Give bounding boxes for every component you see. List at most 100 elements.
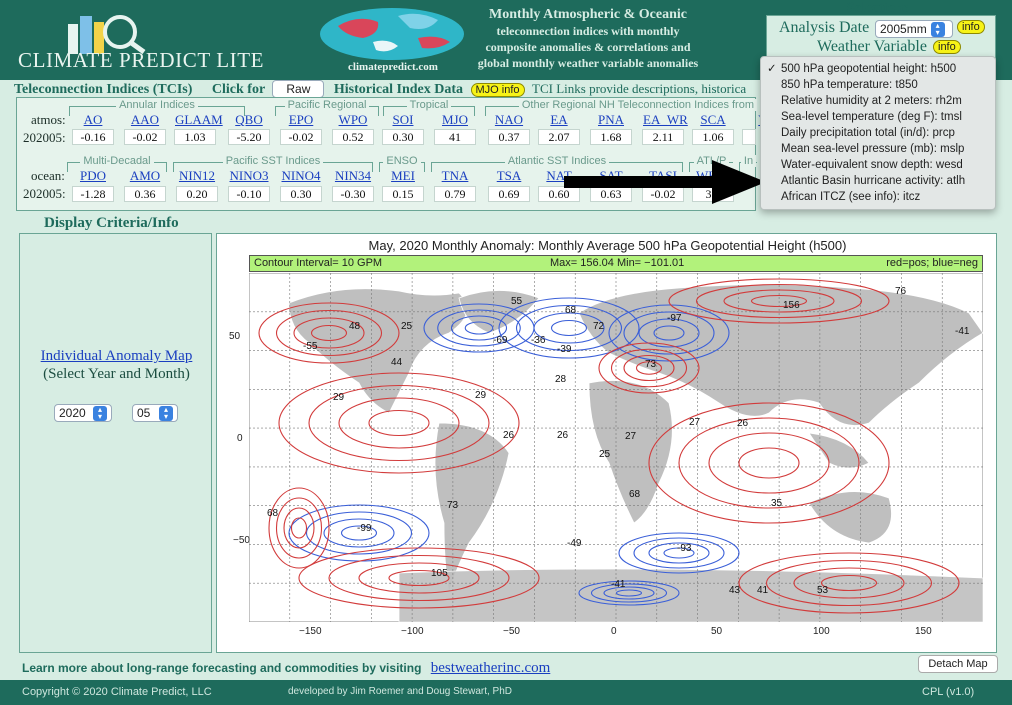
variable-option-6[interactable]: Water-equivalent snow depth: wesd bbox=[761, 157, 995, 173]
variable-option-7[interactable]: Atlantic Basin hurricane activity: atlh bbox=[761, 173, 995, 189]
variable-option-3[interactable]: Sea-level temperature (deg F): tmsl bbox=[761, 109, 995, 125]
map-x-tick: −100 bbox=[401, 626, 424, 637]
contour-value-label: -39 bbox=[557, 344, 572, 355]
index-value-4: -0.02 bbox=[280, 129, 322, 145]
historical-index-label: Historical Index Data bbox=[333, 82, 464, 97]
atmos-date-label: 202005: bbox=[23, 130, 66, 145]
raw-button[interactable]: Raw bbox=[272, 80, 325, 98]
map-value-labels: 55 68 -97 156 76 48 25 -55 -69 -36 -39 72 -41 44 73 29 2… bbox=[249, 273, 983, 622]
contour-value-label: -69 bbox=[493, 335, 508, 346]
index-link-6[interactable]: SOI bbox=[383, 112, 423, 128]
variable-option-2[interactable]: Relative humidity at 2 meters: rh2m bbox=[761, 93, 995, 109]
analysis-date-info-button[interactable]: info bbox=[957, 20, 985, 34]
contour-value-label: 29 bbox=[333, 392, 345, 403]
contour-value-label: 73 bbox=[645, 359, 657, 370]
variable-option-label: Relative humidity at 2 meters: rh2m bbox=[781, 95, 962, 107]
ocean-index-value-8: 0.69 bbox=[488, 186, 530, 202]
map-x-tick: 150 bbox=[915, 626, 932, 637]
index-link-10[interactable]: PNA bbox=[591, 112, 631, 128]
index-link-2[interactable]: GLAAM bbox=[175, 112, 223, 128]
max-min: Max= 156.04 Min= −101.01 bbox=[550, 257, 685, 269]
contour-value-label: 68 bbox=[565, 305, 577, 316]
index-value-10: 1.68 bbox=[590, 129, 632, 145]
click-for-label: Click for bbox=[211, 82, 265, 97]
header-description: Monthly Atmospheric & Oceanic teleconnec… bbox=[477, 7, 699, 70]
index-link-9[interactable]: EA bbox=[539, 112, 579, 128]
weather-variable-dropdown[interactable]: ✓ 500 hPa geopotential height: h500 850 hP… bbox=[760, 56, 996, 210]
display-criteria-panel: Individual Anomaly Map (Select Year and … bbox=[19, 233, 212, 653]
index-value-7: 41 bbox=[434, 129, 476, 145]
ocean-index-link-7[interactable]: TNA bbox=[435, 168, 475, 184]
contour-value-label: 43 bbox=[729, 585, 741, 596]
contour-value-label: 26 bbox=[503, 430, 515, 441]
variable-option-label: Atlantic Basin hurricane activity: atlh bbox=[781, 175, 966, 187]
index-value-0: -0.16 bbox=[72, 129, 114, 145]
bestweatherinc-link[interactable]: bestweatherinc.com bbox=[431, 660, 551, 676]
variable-option-label: Water-equivalent snow depth: wesd bbox=[781, 159, 963, 171]
contour-value-label: -99 bbox=[357, 523, 372, 534]
contour-value-label: 53 bbox=[817, 585, 829, 596]
weather-variable-label: Weather Variable bbox=[817, 38, 927, 55]
variable-option-4[interactable]: Daily precipitation total (in/d): prcp bbox=[761, 125, 995, 141]
tci-title: Teleconnection Indices (TCIs) bbox=[14, 82, 193, 97]
index-value-2: 1.03 bbox=[174, 129, 216, 145]
analysis-date-select[interactable]: 2005mm ▴ ▾ bbox=[875, 20, 953, 38]
ocean-index-link-1[interactable]: AMO bbox=[125, 168, 165, 184]
individual-anomaly-link[interactable]: Individual Anomaly Map bbox=[20, 348, 213, 365]
ocean-index-link-0[interactable]: PDO bbox=[73, 168, 113, 184]
month-select[interactable]: 05 ▴ ▾ bbox=[132, 404, 178, 422]
variable-option-1[interactable]: 850 hPa temperature: t850 bbox=[761, 77, 995, 93]
index-link-12[interactable]: SCA bbox=[693, 112, 733, 128]
index-value-3: -5.20 bbox=[228, 129, 270, 145]
index-value-9: 2.07 bbox=[538, 129, 580, 145]
contour-value-label: 27 bbox=[689, 417, 701, 428]
ocean-index-link-4[interactable]: NINO4 bbox=[281, 168, 321, 184]
index-link-1[interactable]: AAO bbox=[125, 112, 165, 128]
contour-value-label: 26 bbox=[557, 430, 569, 441]
select-arrows-icon: ▴ ▾ bbox=[159, 405, 173, 421]
ocean-index-value-4: 0.30 bbox=[280, 186, 322, 202]
ocean-index-value-3: -0.10 bbox=[228, 186, 270, 202]
map-y-tick: 0 bbox=[237, 433, 243, 444]
variable-option-5[interactable]: Mean sea-level pressure (mb): mslp bbox=[761, 141, 995, 157]
globe-caption[interactable]: climatepredict.com bbox=[330, 61, 456, 73]
map-x-tick: −150 bbox=[299, 626, 322, 637]
map-x-tick: 0 bbox=[611, 626, 617, 637]
copyright: Copyright © 2020 Climate Predict, LLC bbox=[22, 686, 212, 698]
contour-value-label: 73 bbox=[447, 500, 459, 511]
contour-value-label: 29 bbox=[475, 390, 487, 401]
ocean-date-label: 202005: bbox=[23, 186, 66, 201]
footer-bar: Copyright © 2020 Climate Predict, LLC de… bbox=[0, 680, 1012, 705]
index-link-0[interactable]: AO bbox=[73, 112, 113, 128]
ocean-index-link-3[interactable]: NINO3 bbox=[229, 168, 269, 184]
tci-links-text: TCI Links provide descriptions, historic… bbox=[532, 81, 747, 96]
weather-variable-info-button[interactable]: info bbox=[933, 40, 961, 54]
contour-value-label: 55 bbox=[511, 296, 523, 307]
detach-map-button[interactable]: Detach Map bbox=[918, 655, 998, 673]
map-x-tick: 50 bbox=[711, 626, 723, 637]
variable-option-0[interactable]: ✓ 500 hPa geopotential height: h500 bbox=[761, 61, 995, 77]
ocean-index-link-5[interactable]: NIN34 bbox=[333, 168, 373, 184]
variable-option-label: 500 hPa geopotential height: h500 bbox=[781, 63, 957, 75]
map-title: May, 2020 Monthly Anomaly: Monthly Avera… bbox=[368, 238, 847, 253]
variable-option-label: 850 hPa temperature: t850 bbox=[781, 79, 918, 91]
year-select[interactable]: 2020 ▴ ▾ bbox=[54, 404, 112, 422]
contour-value-label: -97 bbox=[667, 313, 682, 324]
index-link-8[interactable]: NAO bbox=[489, 112, 529, 128]
index-link-4[interactable]: EPO bbox=[281, 112, 321, 128]
mjo-info-button[interactable]: MJO info bbox=[470, 83, 525, 97]
ocean-index-link-2[interactable]: NIN12 bbox=[177, 168, 217, 184]
variable-option-label: African ITCZ (see info): itcz bbox=[781, 191, 921, 203]
arrow-pointer-icon bbox=[564, 160, 766, 204]
select-arrows-icon: ▴ ▾ bbox=[930, 21, 945, 37]
index-link-11[interactable]: EA_WR bbox=[643, 112, 688, 128]
ocean-index-link-8[interactable]: TSA bbox=[489, 168, 529, 184]
variable-option-8[interactable]: African ITCZ (see info): itcz bbox=[761, 189, 995, 205]
select-year-month-hint: (Select Year and Month) bbox=[43, 366, 190, 382]
index-value-13 bbox=[742, 129, 756, 145]
index-link-7[interactable]: MJO bbox=[435, 112, 475, 128]
ocean-index-link-6[interactable]: MEI bbox=[383, 168, 423, 184]
index-link-5[interactable]: WPO bbox=[333, 112, 373, 128]
variable-option-label: Mean sea-level pressure (mb): mslp bbox=[781, 143, 965, 155]
index-link-3[interactable]: QBO bbox=[229, 112, 269, 128]
